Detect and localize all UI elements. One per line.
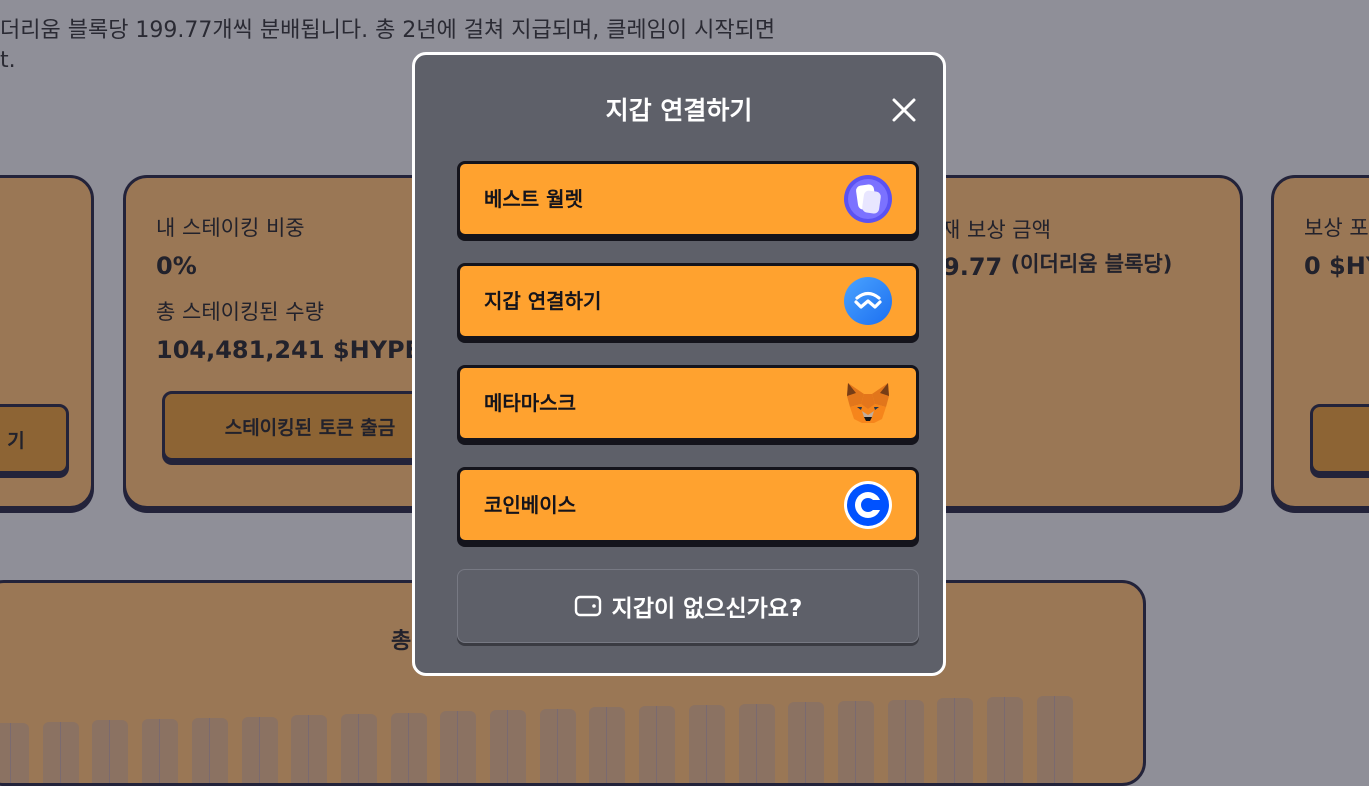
- no-wallet-button[interactable]: 지갑이 없으신가요?: [457, 569, 919, 643]
- walletconnect-button[interactable]: 지갑 연결하기: [457, 263, 919, 339]
- reward-pool-label: 보상 포: [1304, 216, 1369, 240]
- reward-label: 재 보상 금액: [941, 218, 1051, 242]
- total-staked-label: 총 스테이킹된 수량: [156, 300, 324, 324]
- card-reward: 재 보상 금액 9.77 (이더리움 블록당): [900, 175, 1243, 509]
- wallet-icon: [574, 595, 601, 617]
- card-right-button[interactable]: [1310, 404, 1369, 474]
- chart-bar: [390, 712, 427, 783]
- best-wallet-button[interactable]: 베스트 월렛: [457, 161, 919, 237]
- walletconnect-icon: [844, 277, 892, 325]
- metamask-label: 메타마스크: [484, 391, 576, 415]
- intro-text-line1: 더리움 블록당 199.77개씩 분배됩니다. 총 2년에 걸쳐 지급되며, 클…: [0, 18, 776, 43]
- coinbase-label: 코인베이스: [484, 493, 576, 517]
- chart-bar: [937, 698, 974, 783]
- card-left-partial: 기: [0, 175, 94, 509]
- close-icon: [892, 98, 916, 122]
- chart-bar: [987, 697, 1023, 783]
- chart-bar: [191, 717, 228, 783]
- chart-bar: [738, 703, 775, 783]
- best-wallet-label: 베스트 월렛: [484, 187, 583, 211]
- chart-bar: [340, 713, 377, 783]
- chart-bar: [589, 707, 626, 783]
- chart-bar: [92, 720, 129, 783]
- close-button[interactable]: [889, 95, 919, 125]
- walletconnect-label: 지갑 연결하기: [484, 289, 602, 313]
- coinbase-icon: [844, 481, 892, 529]
- chart-title: 총: [391, 629, 412, 654]
- card-staking: 내 스테이킹 비중 0% 총 스테이킹된 수량 104,481,241 $HYP…: [123, 175, 449, 509]
- coinbase-button[interactable]: 코인베이스: [457, 467, 919, 543]
- chart-bar: [1036, 695, 1073, 783]
- chart-bar: [42, 721, 79, 783]
- card-left-button[interactable]: 기: [0, 404, 69, 474]
- modal-title: 지갑 연결하기: [605, 96, 753, 125]
- connect-wallet-modal: 지갑 연결하기 베스트 월렛 지갑 연결하기 메타마스크 코인베이스 지갑이 없…: [412, 52, 946, 676]
- chart-bar: [440, 711, 477, 783]
- total-staked-value: 104,481,241 $HYPER: [156, 336, 440, 364]
- chart-bar: [837, 700, 874, 783]
- chart-bar: [639, 706, 676, 783]
- metamask-button[interactable]: 메타마스크: [457, 365, 919, 441]
- withdraw-staked-button[interactable]: 스테이킹된 토큰 출금: [162, 391, 446, 461]
- chart-bar: [788, 702, 825, 783]
- staking-share-value: 0%: [156, 252, 197, 280]
- intro-text-line2: t.: [0, 48, 16, 73]
- staking-share-label: 내 스테이킹 비중: [156, 216, 305, 240]
- chart-bar: [241, 716, 278, 783]
- reward-amount: 9.77: [943, 253, 1003, 281]
- reward-value: 9.77 (이더리움 블록당): [943, 252, 1172, 282]
- chart-bar: [539, 708, 576, 783]
- no-wallet-label: 지갑이 없으신가요?: [611, 596, 803, 622]
- chart-bar: [490, 710, 526, 783]
- card-right-partial: 보상 포 0 $HY: [1271, 175, 1369, 509]
- reward-unit: (이더리움 블록당): [1010, 252, 1173, 276]
- chart-bar: [887, 699, 924, 783]
- chart-bar: [291, 715, 328, 783]
- chart-bar: [688, 704, 725, 783]
- reward-pool-value: 0 $HY: [1304, 252, 1369, 280]
- chart-bar: [142, 719, 179, 783]
- metamask-fox-icon: [847, 383, 889, 423]
- best-wallet-icon: [844, 175, 892, 223]
- chart-bar: [0, 723, 29, 783]
